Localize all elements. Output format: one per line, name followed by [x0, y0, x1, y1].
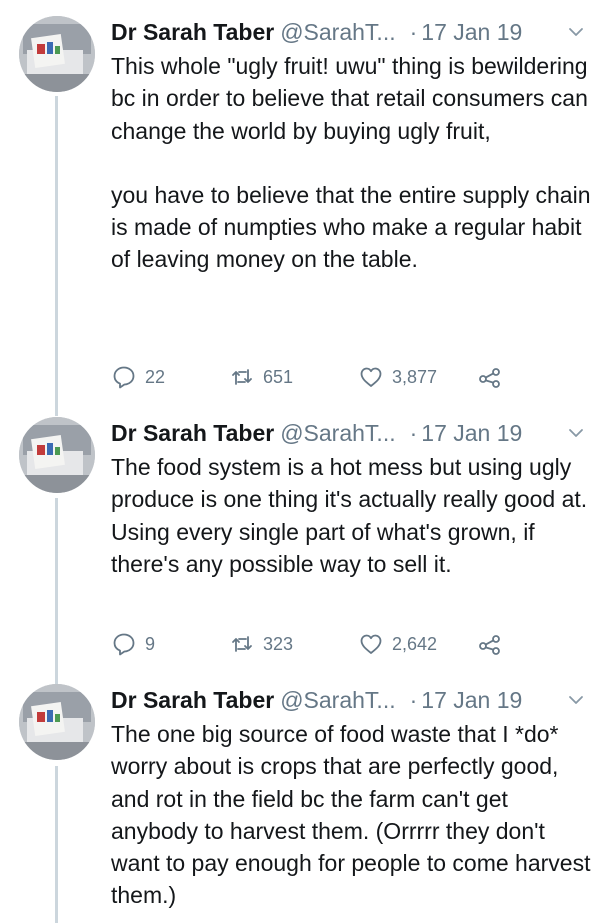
tweet-paragraph: The food system is a hot mess but using …	[111, 454, 588, 577]
avatar-image	[19, 16, 95, 92]
tweet-actions: 9 323 2,642	[111, 629, 531, 659]
avatar[interactable]	[19, 684, 95, 760]
heart-icon	[360, 367, 382, 387]
reply-button[interactable]: 9	[111, 629, 155, 659]
retweet-count: 323	[263, 633, 294, 654]
like-button[interactable]: 2,642	[358, 629, 437, 659]
tweet-header: Dr Sarah Taber @SarahT... · 17 Jan 19	[111, 684, 591, 716]
tweet-text: This whole "ugly fruit! uwu" thing is be…	[111, 50, 591, 276]
tweet[interactable]: Dr Sarah Taber @SarahT... · 17 Jan 19 Th…	[0, 684, 599, 923]
avatar-image	[19, 417, 95, 493]
author-name[interactable]: Dr Sarah Taber	[111, 417, 274, 449]
like-count: 2,642	[392, 633, 438, 654]
tweet-date[interactable]: 17 Jan 19	[421, 16, 522, 48]
reply-count: 22	[145, 366, 166, 387]
reply-count: 9	[145, 633, 156, 654]
author-handle[interactable]: @SarahT...	[280, 16, 395, 48]
like-button[interactable]: 3,877	[358, 362, 437, 392]
retweet-icon	[232, 636, 252, 652]
tweet-header: Dr Sarah Taber @SarahT... · 17 Jan 19	[111, 16, 591, 48]
author-handle[interactable]: @SarahT...	[280, 417, 395, 449]
author-name[interactable]: Dr Sarah Taber	[111, 16, 274, 48]
reply-icon	[113, 366, 135, 389]
separator: ·	[409, 687, 418, 713]
author-handle[interactable]: @SarahT...	[280, 684, 395, 716]
tweet-text: The food system is a hot mess but using …	[111, 451, 591, 580]
tweet-paragraph: This whole "ugly fruit! uwu" thing is be…	[111, 53, 588, 144]
chevron-down-icon[interactable]	[566, 423, 586, 443]
author-name[interactable]: Dr Sarah Taber	[111, 684, 274, 716]
chevron-down-icon[interactable]	[566, 22, 586, 42]
avatar-image	[19, 684, 95, 760]
avatar[interactable]	[19, 417, 95, 493]
tweet-paragraph: you have to believe that the entire supp…	[111, 181, 591, 273]
retweet-icon	[232, 369, 252, 385]
reply-icon	[113, 633, 135, 656]
separator: ·	[409, 19, 418, 45]
retweet-count: 651	[263, 366, 294, 387]
share-icon	[479, 635, 500, 655]
heart-icon	[360, 634, 382, 654]
like-count: 3,877	[392, 366, 438, 387]
share-button[interactable]	[477, 629, 503, 659]
tweet-date[interactable]: 17 Jan 19	[421, 417, 522, 449]
retweet-button[interactable]: 651	[229, 362, 293, 392]
tweet-date[interactable]: 17 Jan 19	[421, 684, 522, 716]
tweet[interactable]: Dr Sarah Taber @SarahT... · 17 Jan 19 Th…	[0, 417, 599, 677]
avatar[interactable]	[19, 16, 95, 92]
retweet-button[interactable]: 323	[229, 629, 293, 659]
chevron-down-icon[interactable]	[566, 690, 586, 710]
tweet-paragraph: The one big source of food waste that I …	[111, 721, 591, 909]
tweet-actions: 22 651 3,877	[111, 362, 531, 392]
reply-button[interactable]: 22	[111, 362, 165, 392]
tweet-header: Dr Sarah Taber @SarahT... · 17 Jan 19	[111, 417, 591, 449]
tweet[interactable]: Dr Sarah Taber @SarahT... · 17 Jan 19 Th…	[0, 16, 599, 396]
share-icon	[479, 368, 500, 388]
share-button[interactable]	[477, 362, 503, 392]
separator: ·	[409, 420, 418, 446]
tweet-text: The one big source of food waste that I …	[111, 718, 591, 912]
